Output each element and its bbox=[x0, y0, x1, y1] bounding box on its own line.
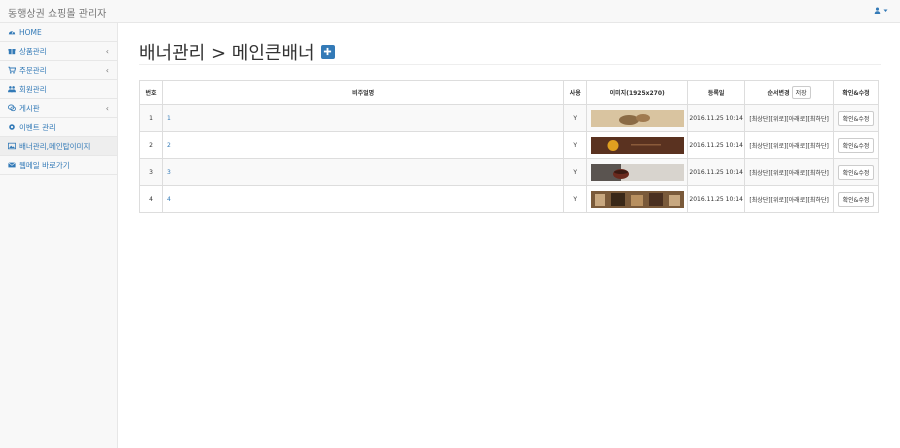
sidebar-item-label: 게시판 bbox=[19, 103, 40, 113]
table-row: 1 1 Y 2016.11.25 10:14 [최상단][위로][아래로][최하… bbox=[139, 104, 879, 132]
header-edit: 확인&수정 bbox=[833, 80, 879, 105]
row-use: Y bbox=[563, 185, 588, 213]
header-order-label: 순서변경 bbox=[767, 90, 790, 97]
gear-icon bbox=[9, 124, 15, 130]
row-order-links[interactable]: [최상단][위로][아래로][최하단] bbox=[744, 104, 835, 132]
sidebar-item-events[interactable]: 이벤트 관리 bbox=[0, 118, 117, 137]
row-description-link[interactable]: 4 bbox=[161, 185, 565, 213]
sidebar-item-products[interactable]: 상품관리 ‹ bbox=[0, 42, 117, 61]
table-row: 2 2 Y 2016.11.25 10:14 [최상단][위로][아래로][최하… bbox=[139, 131, 879, 159]
row-description-link[interactable]: 3 bbox=[161, 158, 565, 186]
main-content: 배너관리 > 메인큰배너 번호 비주얼명 사용 이미지(1925x270) 등록… bbox=[119, 23, 900, 448]
edit-button[interactable]: 확인&수정 bbox=[837, 137, 875, 153]
sidebar-item-webmail[interactable]: 웹메일 바로가기 bbox=[0, 156, 117, 175]
sidebar-item-label: 웹메일 바로가기 bbox=[19, 160, 70, 170]
dashboard-icon bbox=[8, 30, 16, 35]
sidebar-item-label: 회원관리 bbox=[19, 84, 47, 94]
sidebar-item-label: 상품관리 bbox=[19, 46, 47, 56]
top-navbar: 동행상권 쇼핑몰 관리자 bbox=[0, 0, 900, 23]
sidebar-item-members[interactable]: 회원관리 bbox=[0, 80, 117, 99]
row-description-link[interactable]: 2 bbox=[161, 131, 565, 159]
row-number: 4 bbox=[139, 185, 163, 213]
sidebar-item-label: 이벤트 관리 bbox=[19, 122, 56, 132]
header-use: 사용 bbox=[563, 80, 588, 105]
chevron-left-icon: ‹ bbox=[105, 104, 109, 113]
banner-thumbnail bbox=[590, 136, 684, 154]
sidebar-item-banners[interactable]: 배너관리,메인탑이미지 bbox=[0, 137, 117, 156]
row-date: 2016.11.25 10:14 bbox=[687, 185, 746, 213]
row-number: 2 bbox=[139, 131, 163, 159]
user-menu[interactable] bbox=[874, 7, 888, 14]
sidebar-item-orders[interactable]: 주문관리 ‹ bbox=[0, 61, 117, 80]
header-image: 이미지(1925x270) bbox=[586, 80, 689, 105]
envelope-icon bbox=[8, 162, 16, 168]
row-image bbox=[586, 131, 689, 159]
table-row: 3 3 Y 2016.11.25 10:14 [최상단][위로][아래로][최하… bbox=[139, 158, 879, 186]
page-title: 배너관리 > 메인큰배너 bbox=[139, 42, 315, 64]
edit-button[interactable]: 확인&수정 bbox=[837, 164, 875, 180]
row-date: 2016.11.25 10:14 bbox=[687, 104, 746, 132]
edit-button[interactable]: 확인&수정 bbox=[837, 110, 875, 126]
row-image bbox=[586, 185, 689, 213]
user-icon bbox=[874, 7, 881, 14]
sidebar-item-label: 주문관리 bbox=[19, 65, 47, 75]
row-number: 3 bbox=[139, 158, 163, 186]
row-use: Y bbox=[563, 131, 588, 159]
row-description-link[interactable]: 1 bbox=[161, 104, 565, 132]
row-image bbox=[586, 158, 689, 186]
sidebar-item-label: HOME bbox=[19, 27, 42, 37]
add-banner-button[interactable] bbox=[320, 44, 335, 59]
caret-down-icon bbox=[883, 9, 888, 12]
row-order-links[interactable]: [최상단][위로][아래로][최하단] bbox=[744, 131, 835, 159]
row-edit-cell: 확인&수정 bbox=[833, 131, 879, 159]
sidebar: HOME 상품관리 ‹ 주문관리 ‹ 회원관리 게시판 ‹ 이벤트 관리 배너관… bbox=[0, 23, 118, 448]
header-number: 번호 bbox=[139, 80, 163, 105]
sidebar-item-label: 배너관리,메인탑이미지 bbox=[19, 141, 91, 151]
cart-icon bbox=[8, 66, 16, 74]
users-icon bbox=[8, 86, 16, 93]
banner-thumbnail bbox=[590, 163, 684, 181]
row-use: Y bbox=[563, 104, 588, 132]
header-order: 순서변경 저장 bbox=[744, 80, 835, 105]
row-edit-cell: 확인&수정 bbox=[833, 104, 879, 132]
row-order-links[interactable]: [최상단][위로][아래로][최하단] bbox=[744, 185, 835, 213]
banner-thumbnail bbox=[590, 109, 684, 127]
header-description: 비주얼명 bbox=[161, 80, 565, 105]
sidebar-item-board[interactable]: 게시판 ‹ bbox=[0, 99, 117, 118]
sidebar-item-home[interactable]: HOME bbox=[0, 23, 117, 42]
comments-icon bbox=[8, 104, 16, 112]
row-edit-cell: 확인&수정 bbox=[833, 158, 879, 186]
row-date: 2016.11.25 10:14 bbox=[687, 131, 746, 159]
banner-table: 번호 비주얼명 사용 이미지(1925x270) 등록일 순서변경 저장 확인&수… bbox=[139, 80, 879, 213]
plus-icon bbox=[323, 47, 332, 56]
row-number: 1 bbox=[139, 104, 163, 132]
app-brand[interactable]: 동행상권 쇼핑몰 관리자 bbox=[8, 5, 106, 20]
chevron-left-icon: ‹ bbox=[105, 66, 109, 75]
row-edit-cell: 확인&수정 bbox=[833, 185, 879, 213]
save-order-button[interactable]: 저장 bbox=[791, 86, 811, 99]
table-row: 4 4 Y 2016.11.25 10:14 [최상단][위로][아래로][최하… bbox=[139, 185, 879, 213]
gift-icon bbox=[8, 49, 16, 55]
banner-thumbnail bbox=[590, 190, 684, 208]
row-image bbox=[586, 104, 689, 132]
edit-button[interactable]: 확인&수정 bbox=[837, 191, 875, 207]
header-date: 등록일 bbox=[687, 80, 746, 105]
chevron-left-icon: ‹ bbox=[105, 47, 109, 56]
row-use: Y bbox=[563, 158, 588, 186]
row-order-links[interactable]: [최상단][위로][아래로][최하단] bbox=[744, 158, 835, 186]
picture-icon bbox=[8, 142, 16, 150]
row-date: 2016.11.25 10:14 bbox=[687, 158, 746, 186]
table-header-row: 번호 비주얼명 사용 이미지(1925x270) 등록일 순서변경 저장 확인&수… bbox=[139, 80, 879, 105]
page-header: 배너관리 > 메인큰배너 bbox=[139, 39, 881, 65]
